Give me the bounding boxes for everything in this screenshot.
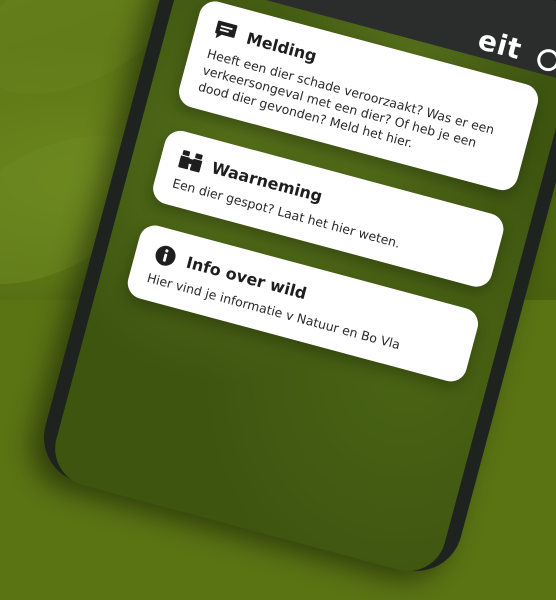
binoculars-icon (177, 147, 206, 174)
profile-icon[interactable] (534, 46, 556, 74)
phone-screen: eit Melding Heeft een dier schade veroor… (46, 0, 556, 580)
info-icon (151, 242, 180, 269)
phone-mockup: eit Melding Heeft een dier schade veroor… (0, 0, 556, 582)
chat-bubble-icon (211, 18, 240, 45)
